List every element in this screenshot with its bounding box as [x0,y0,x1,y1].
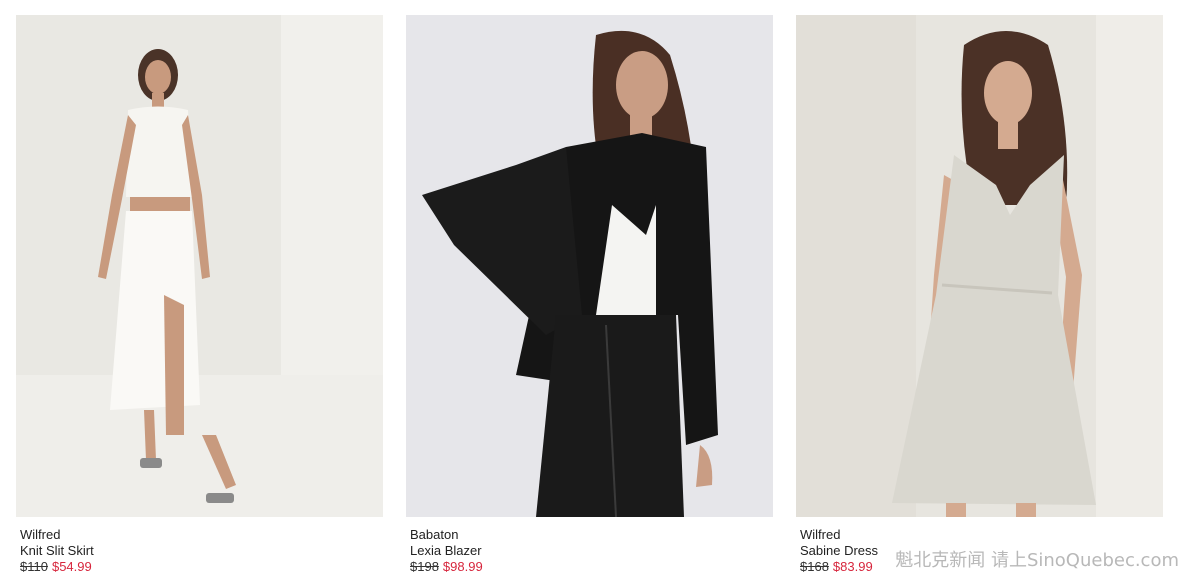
product-image-sabine-dress[interactable] [796,15,1163,517]
product-brand: Wilfred [20,527,61,542]
sale-price: $83.99 [832,559,873,574]
product-name[interactable]: Knit Slit Skirt [20,543,383,559]
product-image-lexia-blazer[interactable] [406,15,773,517]
product-photo [16,15,383,517]
product-image-knit-slit-skirt[interactable] [16,15,383,517]
product-info: Wilfred Knit Slit Skirt $110 $54.99 [16,517,383,575]
product-photo [796,15,1163,517]
sale-price: $98.99 [442,559,483,574]
product-card[interactable]: Wilfred Sabine Dress $168 $83.99 [796,15,1163,575]
product-card[interactable]: Babaton Lexia Blazer $198 $98.99 [406,15,773,575]
product-price: $198 $98.99 [410,559,773,575]
original-price: $110 [20,559,48,574]
product-brand: Wilfred [800,527,841,542]
sale-price: $54.99 [51,559,92,574]
product-card[interactable]: Wilfred Knit Slit Skirt $110 $54.99 [16,15,383,575]
product-grid: Wilfred Knit Slit Skirt $110 $54.99 Baba… [0,0,1187,578]
product-name[interactable]: Lexia Blazer [410,543,773,559]
product-photo [406,15,773,517]
product-price: $110 $54.99 [20,559,383,575]
original-price: $168 [800,559,829,574]
product-brand: Babaton [410,527,459,542]
original-price: $198 [410,559,439,574]
product-info: Babaton Lexia Blazer $198 $98.99 [406,517,773,575]
watermark-text: 魁北克新闻 请上SinoQuebec.com [895,550,1179,571]
